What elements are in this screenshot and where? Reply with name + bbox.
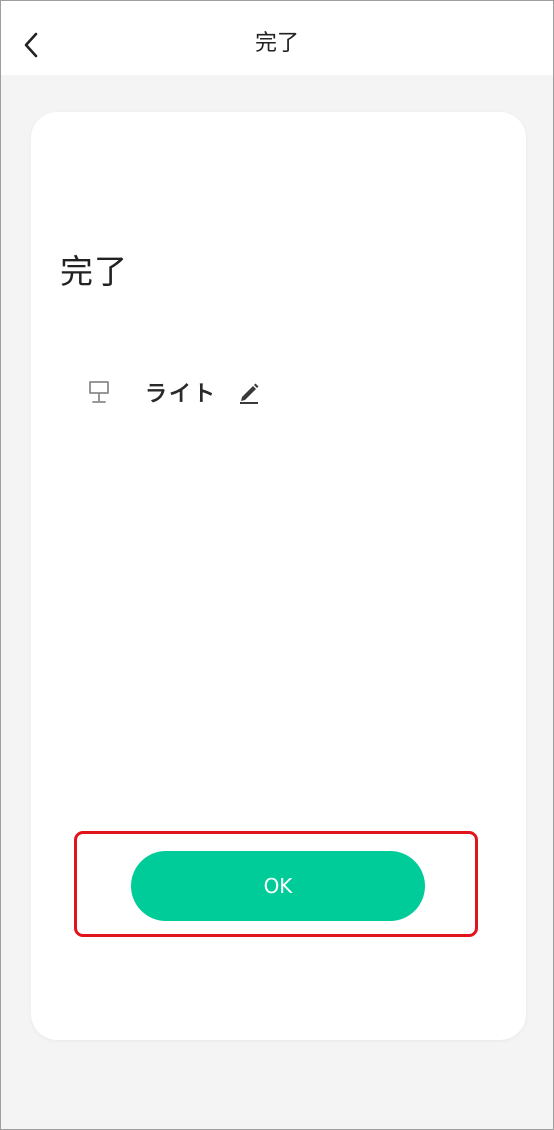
device-row: ライト (85, 376, 263, 408)
device-name: ライト (145, 382, 218, 407)
card-title: 完了 (60, 252, 128, 291)
lamp-icon (85, 378, 113, 406)
ok-button[interactable]: OK (131, 851, 425, 921)
completion-card: 完了 ライト OK (31, 112, 526, 1040)
edit-name-button[interactable] (235, 378, 263, 406)
top-bar: 完了 (1, 1, 553, 75)
app-screen: 完了 完了 ライト OK (0, 0, 554, 1130)
pencil-icon (240, 383, 259, 404)
page-title: 完了 (254, 31, 299, 56)
